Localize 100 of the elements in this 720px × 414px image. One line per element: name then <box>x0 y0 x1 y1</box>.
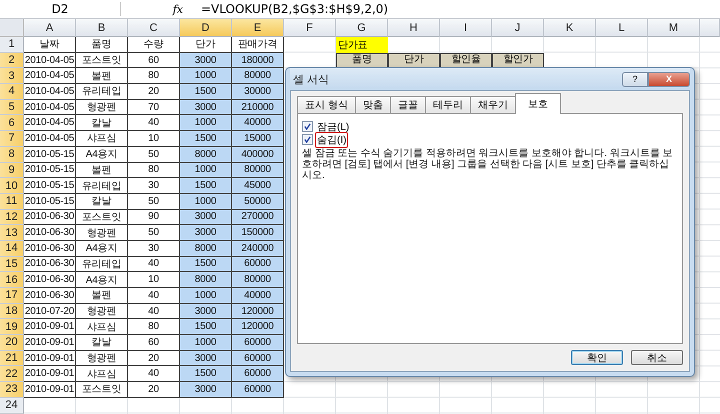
column-header[interactable]: D <box>180 19 232 37</box>
column-header[interactable]: A <box>24 19 76 37</box>
table-cell: 50000 <box>232 194 284 210</box>
column-heading: 단가 <box>388 52 440 68</box>
table-cell: 240000 <box>232 240 284 257</box>
column-header[interactable]: E <box>232 19 284 37</box>
checkbox[interactable] <box>302 134 313 145</box>
row-header[interactable]: 18 <box>0 304 24 320</box>
checkbox[interactable] <box>302 121 313 132</box>
table-cell: 유리테입 <box>76 84 128 100</box>
column-header[interactable]: L <box>596 19 648 37</box>
table-cell: A4용지 <box>76 146 128 162</box>
column-header[interactable]: M <box>648 19 700 37</box>
table-cell: 1500 <box>180 178 232 194</box>
row-header[interactable]: 1 <box>0 37 24 53</box>
table-cell: 60000 <box>232 382 284 398</box>
table-cell: 샤프심 <box>76 366 128 382</box>
table-cell: 40 <box>128 304 180 320</box>
row-header[interactable]: 23 <box>0 382 24 398</box>
table-cell: 80 <box>128 319 180 336</box>
column-header[interactable]: B <box>76 19 128 37</box>
row-header[interactable]: 6 <box>0 115 24 132</box>
table-cell: 20 <box>128 382 180 398</box>
tab[interactable]: 테두리 <box>424 96 471 113</box>
table-cell: 3000 <box>180 100 232 116</box>
column-heading: 할인가 <box>492 52 544 68</box>
table-cell: 2010-04-05 <box>24 100 76 116</box>
tab[interactable]: 채우기 <box>470 96 516 113</box>
table-cell: 40000 <box>232 288 284 304</box>
row-header[interactable]: 10 <box>0 178 24 194</box>
table-cell: 30 <box>128 178 180 194</box>
table-cell: 1500 <box>180 319 232 336</box>
table-cell: 40000 <box>232 115 284 132</box>
table-cell: 400000 <box>232 146 284 162</box>
table-cell: 2010-04-05 <box>24 84 76 100</box>
table-cell: A4용지 <box>76 240 128 257</box>
row-header[interactable]: 22 <box>0 366 24 382</box>
column-header[interactable]: J <box>492 19 544 37</box>
table-cell: 60000 <box>232 350 284 366</box>
row-header[interactable]: 20 <box>0 335 24 351</box>
table-cell: 1500 <box>180 366 232 382</box>
tab[interactable]: 맞춤 <box>354 96 391 113</box>
table-cell: 1500 <box>180 84 232 100</box>
row-header[interactable]: 11 <box>0 194 24 210</box>
tab[interactable]: 보호 <box>514 93 561 114</box>
table-cell: 볼펜 <box>76 288 128 304</box>
row-header[interactable]: 21 <box>0 350 24 366</box>
dialog-button[interactable]: 취소 <box>631 350 683 365</box>
column-header[interactable]: H <box>388 19 440 37</box>
table-cell: 볼펜 <box>76 162 128 178</box>
table-cell: 2010-09-01 <box>24 382 76 398</box>
dialog-button[interactable]: 확인 <box>571 350 623 365</box>
table-cell: 80000 <box>232 162 284 178</box>
table-cell: 45000 <box>232 178 284 194</box>
row-header[interactable]: 24 <box>0 398 24 414</box>
column-header[interactable]: K <box>544 19 596 37</box>
table-cell: 1500 <box>180 131 232 147</box>
column-header[interactable]: G <box>336 19 388 37</box>
table-cell: 1000 <box>180 162 232 178</box>
row-header[interactable]: 12 <box>0 210 24 226</box>
table-cell: 2010-05-15 <box>24 162 76 178</box>
tab[interactable]: 글꼴 <box>390 96 426 113</box>
table-cell: 2010-09-01 <box>24 350 76 366</box>
table-cell: 3000 <box>180 382 232 398</box>
table-cell: 50 <box>128 225 180 241</box>
table-cell: 형광펜 <box>76 350 128 366</box>
row-header[interactable]: 17 <box>0 288 24 304</box>
help-button[interactable]: ? <box>622 72 648 86</box>
table-cell: 60000 <box>232 366 284 382</box>
table-cell: 칼날 <box>76 194 128 210</box>
checkbox-label[interactable]: 잠금(L) <box>315 118 352 134</box>
table-cell: 2010-07-20 <box>24 304 76 320</box>
row-header[interactable]: 16 <box>0 272 24 288</box>
column-header[interactable]: C <box>128 19 180 37</box>
row-header[interactable]: 15 <box>0 256 24 272</box>
table-cell: 3000 <box>180 350 232 366</box>
row-header[interactable]: 8 <box>0 146 24 162</box>
row-header[interactable]: 9 <box>0 162 24 178</box>
table-cell: 40 <box>128 256 180 272</box>
formula-field[interactable]: =VLOOKUP(B2,$G$3:$H$9,2,0) <box>193 2 388 16</box>
tab[interactable]: 표시 형식 <box>297 96 356 113</box>
row-header[interactable]: 3 <box>0 68 24 84</box>
row-header[interactable]: 2 <box>0 52 24 68</box>
row-header[interactable]: 19 <box>0 319 24 336</box>
column-header[interactable]: I <box>440 19 492 37</box>
column-header[interactable]: F <box>284 19 336 37</box>
row-header[interactable]: 13 <box>0 225 24 241</box>
function-button[interactable]: fx <box>121 2 193 16</box>
table-cell: 1000 <box>180 115 232 132</box>
checkbox-label[interactable]: 숨김(I) <box>315 132 348 148</box>
table-cell: 10 <box>128 131 180 147</box>
row-header[interactable]: 4 <box>0 84 24 100</box>
row-header[interactable]: 5 <box>0 100 24 116</box>
table-cell: 40 <box>128 288 180 304</box>
table-cell: 품명 <box>76 37 128 53</box>
table-cell: 20 <box>128 350 180 366</box>
row-header[interactable]: 7 <box>0 131 24 147</box>
row-header[interactable]: 14 <box>0 240 24 257</box>
table-cell: 90 <box>128 210 180 226</box>
name-box[interactable]: D2 <box>0 2 121 16</box>
